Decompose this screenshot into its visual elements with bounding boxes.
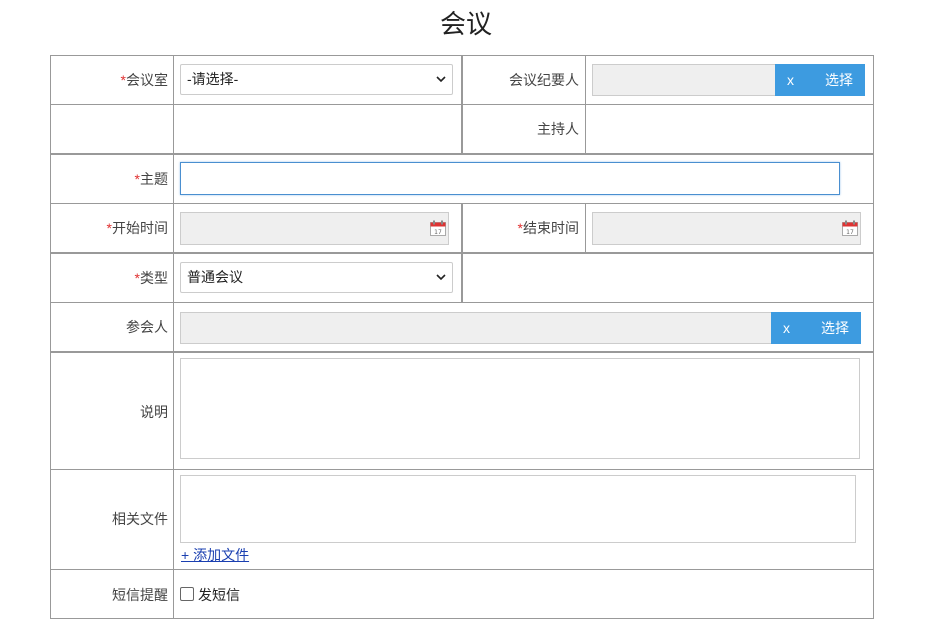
end-time-label-text: 结束时间 [523,220,579,236]
close-icon[interactable]: x [787,64,794,96]
close-icon[interactable]: x [783,312,790,344]
col-divider [50,55,51,619]
col-divider [873,55,874,619]
recorder-input[interactable] [592,64,777,96]
col-divider [585,203,586,253]
sms-checkbox-label[interactable]: 发短信 [198,585,240,605]
end-time-input[interactable] [592,212,861,245]
type-select-value: 普通会议 [187,269,243,285]
recorder-choose-label: 选择 [825,72,853,88]
sms-label: 短信提醒 [112,587,168,603]
start-time-input[interactable] [180,212,449,245]
calendar-icon[interactable]: 17 [842,220,858,236]
page-title: 会议 [439,9,492,39]
attendees-input[interactable] [180,312,773,344]
svg-text:17: 17 [846,229,854,236]
add-file-link[interactable]: + 添加文件 [181,545,249,565]
room-select-value: -请选择- [187,71,239,87]
sms-checkbox[interactable] [180,587,194,601]
host-label: 主持人 [537,121,579,137]
type-select[interactable]: 普通会议 [180,262,453,293]
subject-label: *主题 [60,169,168,189]
chevron-down-icon [436,65,446,93]
attendees-label: 参会人 [126,319,168,335]
start-time-label: *开始时间 [60,218,168,238]
start-time-label-text: 开始时间 [112,220,168,236]
col-divider [585,55,586,154]
recorder-label: 会议纪要人 [509,72,579,88]
host-value [592,119,862,139]
end-time-label: *结束时间 [470,218,579,238]
attendees-choose-label: 选择 [821,320,849,336]
chevron-down-icon [436,263,446,291]
room-label-text: 会议室 [126,72,168,88]
col-divider [461,55,463,154]
subject-input[interactable] [180,162,840,195]
col-divider [461,203,463,302]
calendar-icon[interactable]: 17 [430,220,446,236]
files-label: 相关文件 [112,511,168,527]
col-divider [173,55,174,619]
description-label: 说明 [140,404,168,420]
room-label: *会议室 [60,70,168,90]
room-select[interactable]: -请选择- [180,64,453,95]
files-list [180,475,856,543]
type-label-text: 类型 [140,270,168,286]
svg-text:17: 17 [434,229,442,236]
description-textarea[interactable] [180,358,860,459]
subject-label-text: 主题 [140,171,168,187]
type-label: *类型 [60,268,168,288]
recorder-picker-button[interactable]: x 选择 [775,64,865,96]
attendees-picker-button[interactable]: x 选择 [771,312,861,344]
